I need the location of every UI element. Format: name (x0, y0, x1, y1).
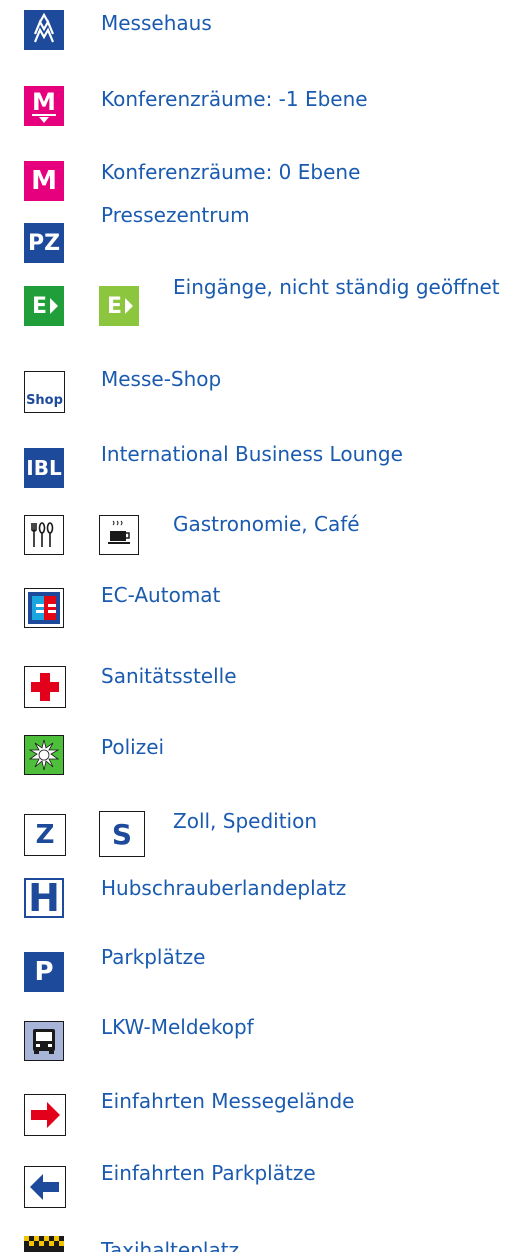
forwarding-icon: S (99, 811, 145, 857)
icon-letter: M (31, 166, 57, 196)
legend-row-zoll: Z S Zoll, Spedition (0, 808, 516, 868)
legend-label: Messehaus (101, 11, 212, 35)
legend-label: International Business Lounge (101, 442, 403, 466)
blue-arrow-left-icon (24, 1166, 66, 1208)
legend-row-einfahrt-messe: Einfahrten Messegelände (0, 1089, 516, 1150)
helipad-icon: H (24, 878, 64, 918)
legend-row-sani: Sanitätsstelle (0, 661, 516, 721)
conference-lower-level-icon: M (24, 86, 64, 126)
legend-row-konferenz-minus1: M Konferenzräume: -1 Ebene (0, 82, 516, 142)
legend-row-taxi: Taxihalteplatz (0, 1232, 516, 1252)
icon-letter: E (107, 293, 123, 319)
icon-letter: S (111, 817, 133, 851)
legend-row-shop: Shop Messe-Shop (0, 367, 516, 430)
shop-icon: Shop (24, 371, 65, 413)
parking-icon: P (24, 952, 64, 992)
icon-letter: Z (35, 820, 55, 850)
legend-row-polizei: Polizei (0, 733, 516, 793)
icon-text: Shop (26, 392, 63, 408)
entrance-secondary-icon: E (99, 286, 139, 326)
taxi-checker-icon (24, 1236, 64, 1252)
legend-label: Pressezentrum (101, 203, 250, 227)
customs-icon: Z (24, 814, 66, 856)
truck-icon (24, 1021, 64, 1061)
entrance-icon: E (24, 286, 64, 326)
icon-letters: IBL (26, 456, 62, 480)
press-center-icon: PZ (24, 223, 64, 263)
legend-label: Zoll, Spedition (173, 809, 318, 833)
icon-letter: H (28, 878, 60, 918)
legend-row-ec: EC-Automat (0, 583, 516, 644)
legend-row-eingaenge: E E Eingänge, nicht ständig geöffnet (0, 272, 516, 332)
legend-label: EC-Automat (101, 583, 221, 607)
legend-label: Konferenzräume: -1 Ebene (101, 87, 368, 111)
legend-row-gastro: Gastronomie, Café (0, 510, 516, 570)
legend-label: Konferenzräume: 0 Ebene (101, 160, 361, 184)
police-star-icon (24, 735, 64, 775)
legend-label: Messe-Shop (101, 367, 222, 391)
legend-label: LKW-Meldekopf (101, 1015, 254, 1039)
coffee-cup-icon (99, 515, 139, 555)
legend-label: Einfahrten Messegelände (101, 1089, 355, 1113)
icon-letter: E (32, 293, 48, 319)
legend-row-park: P Parkplätze (0, 945, 516, 1006)
legend-label: Taxihalteplatz (101, 1238, 240, 1252)
conference-ground-level-icon: M (24, 161, 64, 201)
legend-row-einfahrt-park: Einfahrten Parkplätze (0, 1161, 516, 1222)
red-arrow-right-icon (24, 1094, 66, 1136)
legend-label: Hubschrauberlandeplatz (101, 876, 347, 900)
legend-label: Sanitätsstelle (101, 664, 237, 688)
legend-label: Parkplätze (101, 945, 206, 969)
icon-letters: PZ (27, 230, 61, 256)
legend-label: Gastronomie, Café (173, 512, 360, 536)
legend-row-presse: PZ Pressezentrum (0, 201, 516, 263)
cutlery-icon (24, 515, 64, 555)
first-aid-cross-icon (24, 666, 66, 708)
legend-row-messehaus: Messehaus (0, 6, 516, 66)
legend-label: Einfahrten Parkplätze (101, 1161, 316, 1185)
legend-row-lkw: LKW-Meldekopf (0, 1015, 516, 1075)
business-lounge-icon: IBL (24, 448, 64, 488)
legend-label: Polizei (101, 735, 165, 759)
legend-label: Eingänge, nicht ständig geöffnet (173, 275, 500, 299)
legend-row-heli: H Hubschrauberlandeplatz (0, 876, 516, 937)
ec-atm-icon (24, 588, 64, 628)
legend-row-ibl: IBL International Business Lounge (0, 440, 516, 500)
messe-logo-icon (24, 10, 64, 50)
icon-letter: P (34, 957, 54, 987)
icon-letter: M (32, 88, 56, 116)
